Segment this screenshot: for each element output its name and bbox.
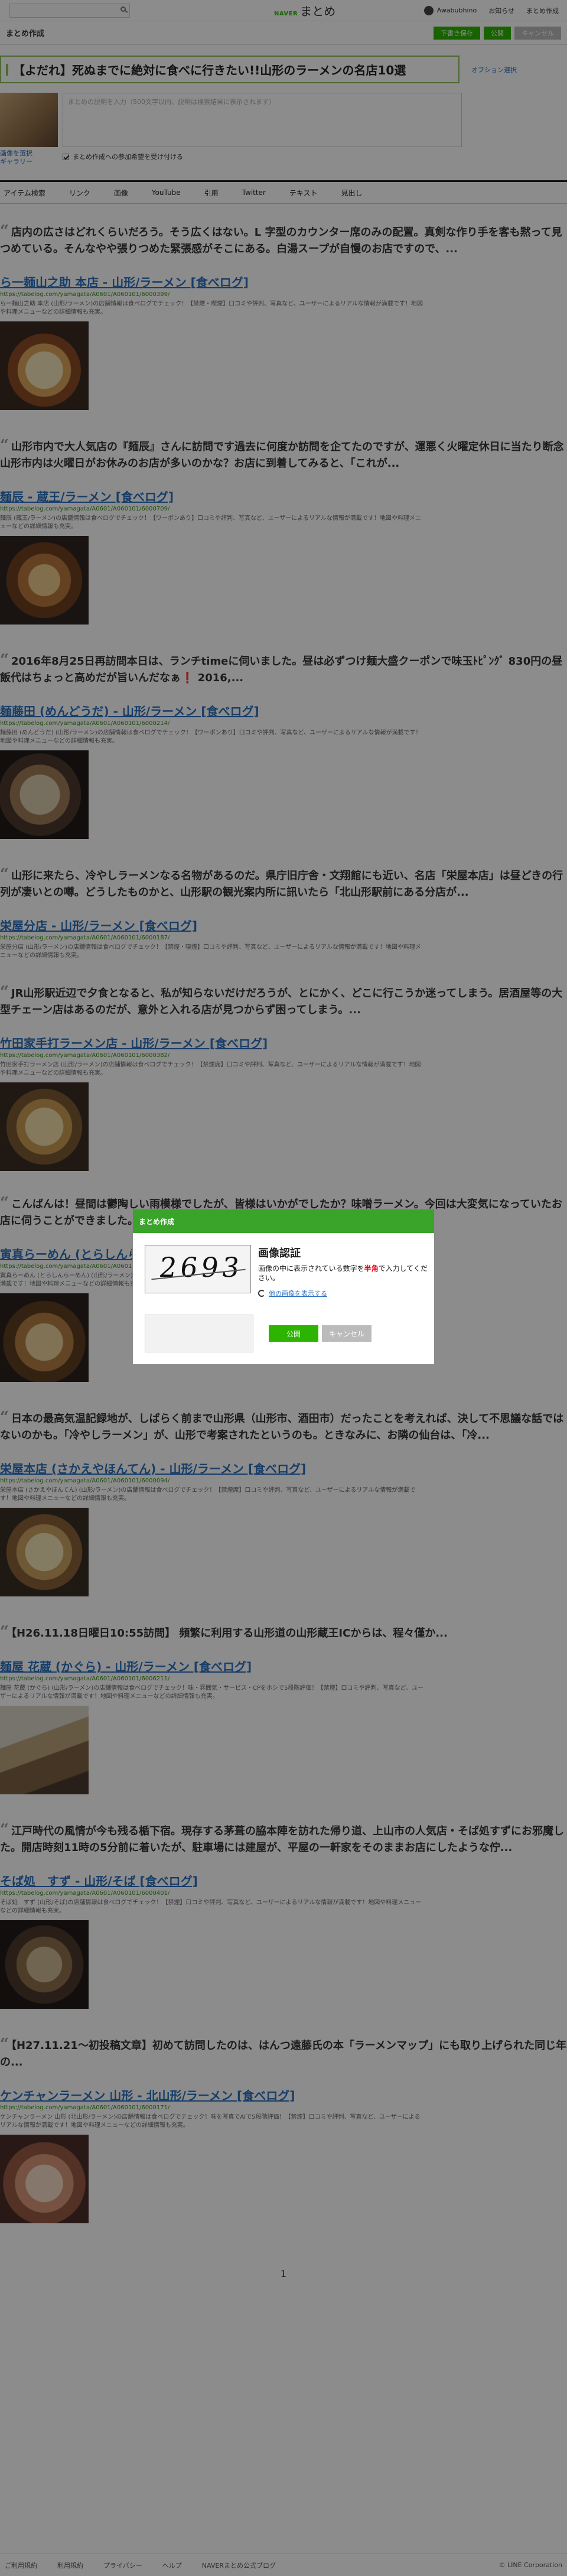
captcha-dialog: まとめ作成 2693 画像認証 画像の中に表示されている数字を半角で入力してくだ… <box>132 1209 435 1365</box>
dialog-header: まとめ作成 <box>133 1209 434 1233</box>
captcha-image: 2693 <box>145 1245 251 1293</box>
captcha-heading: 画像認証 <box>258 1247 301 1260</box>
instruction-text: 画像の中に表示されている数字を <box>258 1264 364 1273</box>
captcha-input[interactable] <box>145 1315 253 1352</box>
refresh-label: 他の画像を表示する <box>269 1290 327 1297</box>
captcha-cancel-button[interactable]: キャンセル <box>322 1325 372 1342</box>
captcha-submit-button[interactable]: 公開 <box>269 1325 318 1342</box>
refresh-captcha-link[interactable]: 他の画像を表示する <box>258 1289 429 1298</box>
refresh-icon <box>258 1290 265 1297</box>
instruction-required: 半角 <box>364 1264 379 1273</box>
captcha-code: 2693 <box>157 1251 245 1283</box>
captcha-instructions: 画像の中に表示されている数字を半角で入力してください。 <box>258 1264 429 1283</box>
